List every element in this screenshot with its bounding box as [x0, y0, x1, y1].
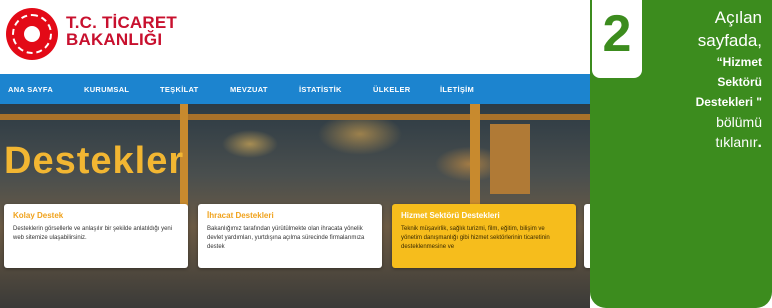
card-hizmet-sektoru-destekleri[interactable]: Hizmet Sektörü Destekleri Teknik müşavir… — [392, 204, 576, 268]
step-number-box: 2 — [592, 0, 642, 78]
instruction-period: . — [757, 134, 762, 151]
hero-banner: Destekler Kolay Destek Desteklerin görse… — [0, 104, 590, 308]
card-title: Hizmet Sektörü Destekleri — [401, 211, 500, 220]
crane-spreader — [490, 124, 530, 194]
main-nav: ANA SAYFA KURUMSAL TEŞKİLAT MEVZUAT İSTA… — [0, 74, 590, 104]
ministry-emblem-icon[interactable] — [6, 8, 58, 60]
instruction-line-3: bölümü — [716, 114, 762, 130]
instruction-bold-1: “Hizmet — [716, 55, 762, 69]
card-text: Bakanlığımız tarafından yürütülmekte ola… — [207, 226, 365, 250]
card-title: İhracat Destekleri — [207, 211, 274, 220]
instruction-line-4-text: tıklanır — [715, 134, 758, 150]
nav-item-istatistik[interactable]: İSTATİSTİK — [299, 85, 342, 94]
emblem-center — [24, 26, 40, 42]
nav-item-kurumsal[interactable]: KURUMSAL — [84, 85, 129, 94]
instruction-bold-3: Destekleri " — [695, 95, 762, 109]
instruction-line-1: Açılan — [714, 8, 762, 27]
step-number: 2 — [602, 5, 632, 63]
nav-item-teskilat[interactable]: TEŞKİLAT — [160, 85, 199, 94]
nav-item-iletisim[interactable]: İLETİŞİM — [440, 85, 474, 94]
brand-line-1: T.C. TİCARET — [66, 13, 178, 32]
nav-item-ulkeler[interactable]: ÜLKELER — [373, 85, 411, 94]
tutorial-slide: T.C. TİCARET BAKANLIĞI ANA SAYFA KURUMSA… — [0, 0, 772, 308]
brand-name[interactable]: T.C. TİCARET BAKANLIĞI — [66, 14, 177, 48]
website-screenshot: T.C. TİCARET BAKANLIĞI ANA SAYFA KURUMSA… — [0, 0, 590, 308]
instruction-line-2: sayfada, — [697, 31, 762, 50]
nav-item-mevzuat[interactable]: MEVZUAT — [230, 85, 268, 94]
instruction-bold-2: Sektörü — [717, 75, 762, 89]
card-title: Kolay Destek — [13, 211, 64, 220]
card-kolay-destek[interactable]: Kolay Destek Desteklerin görsellerle ve … — [4, 204, 188, 268]
card-ihracat-destekleri[interactable]: İhracat Destekleri Bakanlığımız tarafınd… — [198, 204, 382, 268]
instruction-line-4: tıklanır. — [696, 132, 762, 153]
page-title: Destekler — [4, 140, 185, 182]
nav-item-ana-sayfa[interactable]: ANA SAYFA — [8, 85, 53, 94]
instruction-text: Açılan sayfada, “Hizmet Sektörü Destekle… — [696, 6, 762, 153]
card-text: Teknik müşavirlik, sağlık turizmi, film,… — [401, 226, 550, 250]
instruction-panel: 2 Açılan sayfada, “Hizmet Sektörü Destek… — [590, 0, 772, 308]
crane-beam — [0, 114, 590, 120]
brand-line-2: BAKANLIĞI — [66, 30, 163, 49]
site-header: T.C. TİCARET BAKANLIĞI — [0, 0, 590, 74]
card-text: Desteklerin görsellerle ve anlaşılır bir… — [13, 226, 173, 241]
